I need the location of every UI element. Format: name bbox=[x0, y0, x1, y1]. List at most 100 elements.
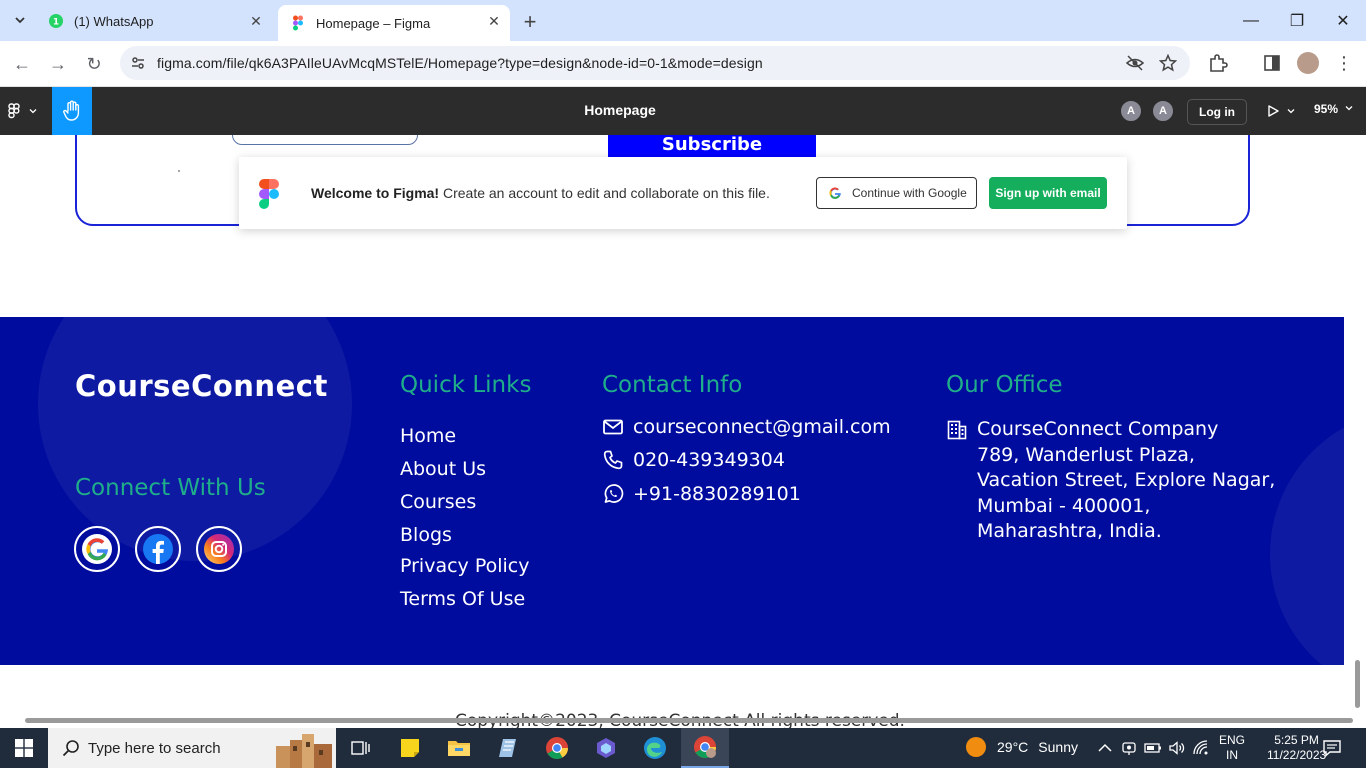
office-address: CourseConnect Company 789, Wanderlust Pl… bbox=[946, 417, 1275, 545]
present-button[interactable] bbox=[1266, 101, 1302, 121]
taskbar-app[interactable] bbox=[582, 728, 630, 768]
quick-link-home: Home bbox=[400, 425, 457, 447]
chevron-down-icon bbox=[1287, 109, 1295, 114]
decorative-circle bbox=[1270, 409, 1344, 665]
footer-brand: CourseConnect bbox=[75, 369, 328, 403]
google-icon bbox=[82, 534, 112, 564]
minimize-button[interactable]: — bbox=[1228, 0, 1274, 41]
quick-link-blogs: Blogs bbox=[400, 524, 452, 546]
connect-title: Connect With Us bbox=[75, 475, 266, 501]
close-window-button[interactable]: ✕ bbox=[1320, 0, 1366, 41]
chrome-profile-icon bbox=[694, 736, 716, 758]
eye-off-icon[interactable] bbox=[1126, 54, 1144, 72]
search-highlight-image bbox=[276, 734, 332, 768]
figma-canvas[interactable]: Subscribe Welcome to Figma! Create an ac… bbox=[0, 135, 1366, 728]
back-button[interactable]: ← bbox=[8, 50, 36, 78]
side-panel-icon[interactable] bbox=[1262, 53, 1282, 73]
figma-toolbar: Homepage A A Log in 95% bbox=[0, 87, 1366, 135]
mail-icon bbox=[603, 419, 623, 435]
whatsapp-icon bbox=[604, 484, 624, 503]
browser-tab-strip: 1 (1) WhatsApp ✕ Homepage – Figma ✕ + — … bbox=[0, 0, 1366, 41]
language-code: ENG bbox=[1219, 733, 1246, 747]
welcome-message: Welcome to Figma! Create an account to e… bbox=[311, 185, 770, 201]
star-icon[interactable] bbox=[1159, 54, 1177, 72]
clock-date: 11/22/2023 bbox=[1267, 748, 1327, 762]
app-icon bbox=[597, 738, 615, 758]
clock-time: 5:25 PM bbox=[1274, 733, 1319, 747]
decorative-circle bbox=[38, 317, 352, 561]
continue-with-google-button[interactable]: Continue with Google bbox=[816, 177, 977, 209]
tab-figma[interactable]: Homepage – Figma ✕ bbox=[278, 5, 510, 41]
weather-text: Sunny bbox=[1038, 739, 1078, 755]
notification-icon[interactable] bbox=[1322, 738, 1342, 758]
office-title: Our Office bbox=[946, 372, 1063, 398]
sun-icon bbox=[966, 737, 986, 757]
building-icon bbox=[947, 420, 967, 440]
subscribe-button: Subscribe bbox=[608, 135, 816, 157]
contact-email-text: courseconnect@gmail.com bbox=[633, 416, 891, 438]
meet-now-icon[interactable] bbox=[1120, 739, 1138, 757]
taskbar-chrome[interactable] bbox=[533, 728, 581, 768]
whatsapp-icon: 1 bbox=[49, 14, 63, 28]
weather-widget[interactable]: 29°C Sunny bbox=[966, 737, 1078, 757]
quick-link-privacy: Privacy Policy bbox=[400, 555, 530, 577]
taskbar-chrome-active[interactable] bbox=[681, 728, 729, 768]
google-button-label: Continue with Google bbox=[852, 186, 967, 200]
google-social-link bbox=[74, 526, 120, 572]
quick-link-courses: Courses bbox=[400, 491, 477, 513]
zoom-dropdown[interactable]: 95% bbox=[1314, 102, 1354, 116]
taskbar-sticky-notes[interactable] bbox=[386, 728, 434, 768]
taskbar-app[interactable] bbox=[484, 728, 532, 768]
reload-button[interactable]: ↻ bbox=[80, 50, 108, 78]
quick-link-terms: Terms Of Use bbox=[400, 588, 526, 610]
site-info-icon[interactable] bbox=[130, 55, 146, 71]
extensions-icon[interactable] bbox=[1208, 53, 1228, 73]
office-line: Vacation Street, Explore Nagar, bbox=[977, 469, 1276, 491]
vertical-scrollbar[interactable] bbox=[1355, 660, 1360, 708]
more-menu-icon[interactable]: ⋮ bbox=[1334, 53, 1354, 73]
quick-links-title: Quick Links bbox=[400, 372, 532, 398]
weather-temp: 29°C bbox=[997, 739, 1029, 755]
phone-icon bbox=[603, 450, 623, 470]
contact-title: Contact Info bbox=[602, 372, 743, 398]
tab-search-button[interactable] bbox=[8, 8, 32, 32]
address-bar[interactable]: figma.com/file/qk6A3PAIleUAvMcqMSTelE/Ho… bbox=[120, 46, 1190, 80]
chrome-icon bbox=[546, 737, 568, 759]
avatar[interactable]: A bbox=[1152, 100, 1174, 122]
taskbar-search[interactable]: Type here to search bbox=[48, 728, 336, 768]
zoom-level: 95% bbox=[1314, 102, 1339, 116]
login-button[interactable]: Log in bbox=[1187, 99, 1247, 125]
google-icon bbox=[829, 187, 841, 199]
close-tab-icon[interactable]: ✕ bbox=[486, 13, 502, 29]
language-indicator[interactable]: ENG IN bbox=[1219, 733, 1245, 763]
profile-avatar[interactable] bbox=[1297, 52, 1319, 74]
contact-email: courseconnect@gmail.com bbox=[602, 416, 891, 438]
taskbar-edge[interactable] bbox=[631, 728, 679, 768]
horizontal-scrollbar[interactable] bbox=[25, 718, 1353, 723]
chevron-up-icon[interactable] bbox=[1096, 739, 1114, 757]
forward-button[interactable]: → bbox=[44, 50, 72, 78]
contact-phone-text: 020-439349304 bbox=[633, 449, 785, 471]
tab-whatsapp[interactable]: 1 (1) WhatsApp ✕ bbox=[36, 5, 272, 37]
sign-up-email-button[interactable]: Sign up with email bbox=[989, 177, 1107, 209]
avatar[interactable]: A bbox=[1120, 100, 1142, 122]
task-view-button[interactable] bbox=[336, 728, 384, 768]
volume-icon[interactable] bbox=[1168, 739, 1186, 757]
new-tab-button[interactable]: + bbox=[516, 8, 544, 36]
system-clock[interactable]: 5:25 PM 11/22/2023 bbox=[1267, 733, 1326, 763]
tab-title: Homepage – Figma bbox=[316, 15, 431, 31]
restore-button[interactable]: ❐ bbox=[1274, 0, 1320, 41]
office-line: CourseConnect Company bbox=[977, 418, 1219, 440]
close-tab-icon[interactable]: ✕ bbox=[248, 13, 264, 29]
office-line: Mumbai - 400001, bbox=[977, 494, 1151, 517]
battery-icon[interactable] bbox=[1144, 739, 1162, 757]
start-button[interactable] bbox=[0, 728, 48, 768]
contact-whatsapp: +91-8830289101 bbox=[602, 483, 801, 505]
notepad-icon bbox=[499, 739, 516, 757]
taskbar-file-explorer[interactable] bbox=[435, 728, 483, 768]
wifi-icon[interactable] bbox=[1192, 739, 1210, 757]
chevron-down-icon bbox=[1345, 106, 1353, 111]
sticky-notes-icon bbox=[401, 739, 419, 757]
contact-whatsapp-text: +91-8830289101 bbox=[633, 483, 801, 505]
canvas-dot bbox=[178, 170, 180, 172]
